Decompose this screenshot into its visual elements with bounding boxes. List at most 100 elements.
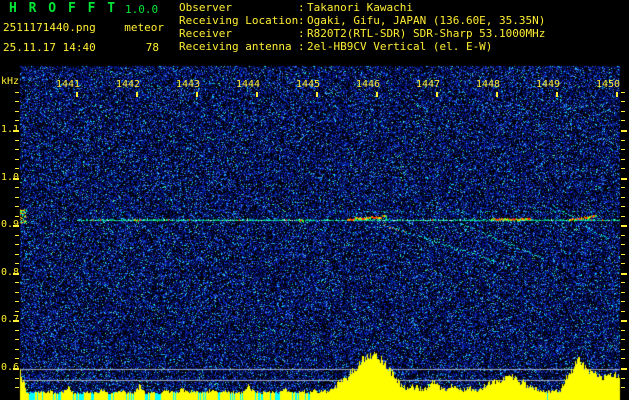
y-axis-tick (15, 387, 19, 388)
mode-label: meteor (124, 21, 164, 34)
y-axis-tick (15, 358, 19, 359)
filename: 2511171440.png (3, 21, 96, 34)
info-label: Receiving antenna (179, 40, 292, 53)
y-axis-tick-right (621, 378, 625, 379)
echo-count: 78 (145, 41, 159, 54)
y-axis-tick (15, 120, 19, 121)
y-axis-tick-right (621, 320, 627, 322)
app-title: H R O F F T (9, 1, 118, 16)
x-axis-label: 1444 (235, 79, 261, 90)
info-separator: : (298, 14, 305, 27)
x-axis-tick (316, 92, 318, 97)
y-axis-tick-right (621, 282, 625, 283)
info-separator: : (298, 27, 305, 40)
file-row: 2511171440.png meteor (3, 21, 164, 34)
y-axis-tick (15, 149, 19, 150)
y-axis-tick (15, 159, 19, 160)
y-axis-tick (15, 216, 19, 217)
hrofft-window: H R O F F T 1.0.0 2511171440.png meteor … (0, 0, 629, 400)
x-axis-tick (616, 92, 618, 97)
y-axis-tick (15, 330, 19, 331)
y-axis-tick (15, 111, 19, 112)
y-axis-tick (15, 378, 19, 379)
y-axis-tick (13, 368, 19, 370)
header: H R O F F T 1.0.0 2511171440.png meteor … (0, 0, 629, 62)
y-axis-tick-right (621, 197, 625, 198)
info-value: R820T2(RTL-SDR) SDR-Sharp 53.1000MHz (307, 27, 546, 40)
y-axis-tick-right (621, 244, 625, 245)
y-axis-tick-right (621, 225, 627, 227)
y-axis-tick (15, 187, 19, 188)
y-axis-tick-right (621, 358, 625, 359)
info-value: Ogaki, Gifu, JAPAN (136.60E, 35.35N) (307, 14, 546, 27)
time-row: 25.11.17 14:40 78 (3, 41, 159, 54)
x-axis-tick (196, 92, 198, 97)
info-label: Receiving Location (179, 14, 299, 27)
y-axis-tick-right (621, 330, 625, 331)
x-axis-label: 1447 (415, 79, 441, 90)
x-axis-tick (496, 92, 498, 97)
y-axis-tick-right (621, 387, 625, 388)
y-axis-tick (13, 225, 19, 227)
y-axis-tick (15, 168, 19, 169)
y-axis-tick-right (621, 149, 625, 150)
x-axis-tick (256, 92, 258, 97)
x-axis-label: 1442 (115, 79, 141, 90)
x-axis-label: 1449 (535, 79, 561, 90)
y-axis-tick-right (621, 292, 625, 293)
x-axis-label: 1443 (175, 79, 201, 90)
y-axis-tick (15, 140, 19, 141)
y-axis-tick-right (621, 216, 625, 217)
info-label: Observer (179, 1, 232, 14)
info-separator: : (298, 40, 305, 53)
y-axis-tick (15, 92, 19, 93)
y-axis-tick-right (621, 254, 625, 255)
station-info: Observer: Takanori Kawachi Receiving Loca… (179, 1, 545, 53)
info-label: Receiver (179, 27, 232, 40)
datetime: 25.11.17 14:40 (3, 41, 96, 54)
y-axis-tick (15, 197, 19, 198)
y-axis-tick-right (621, 92, 625, 93)
y-axis-tick-right (621, 168, 625, 169)
y-axis-tick (15, 206, 19, 207)
y-axis-tick (15, 244, 19, 245)
info-value: 2el-HB9CV Vertical (el. E-W) (307, 40, 493, 53)
y-axis-tick-right (621, 311, 625, 312)
y-axis-tick-right (621, 368, 627, 370)
x-axis-label: 1448 (475, 79, 501, 90)
info-value: Takanori Kawachi (307, 1, 413, 14)
y-axis-tick-right (621, 339, 625, 340)
y-axis-tick-right (621, 140, 625, 141)
x-axis-label: 1446 (355, 79, 381, 90)
x-axis-label: 1441 (55, 79, 81, 90)
y-axis-tick-right (621, 111, 625, 112)
y-axis-tick (13, 178, 19, 180)
y-axis-tick-right (621, 273, 627, 275)
y-axis-tick-right (621, 263, 625, 264)
y-axis-tick (13, 320, 19, 322)
info-row-observer: Observer: Takanori Kawachi (179, 1, 545, 14)
y-axis-tick-right (621, 235, 625, 236)
y-axis-tick-right (621, 101, 625, 102)
y-axis-tick-right (621, 187, 625, 188)
info-row-location: Receiving Location: Ogaki, Gifu, JAPAN (1… (179, 14, 545, 27)
y-axis-tick-right (621, 120, 625, 121)
x-axis-label: 1445 (295, 79, 321, 90)
x-axis-tick (436, 92, 438, 97)
y-axis-tick (15, 339, 19, 340)
y-axis-tick (15, 101, 19, 102)
y-axis-tick (15, 282, 19, 283)
app-version: 1.0.0 (125, 3, 159, 16)
y-axis-tick (15, 349, 19, 350)
y-axis-unit: kHz (1, 76, 20, 87)
y-axis-tick (15, 235, 19, 236)
x-axis-tick (76, 92, 78, 97)
y-axis-tick-right (621, 301, 625, 302)
y-axis-tick-right (621, 178, 627, 180)
y-axis-tick (15, 301, 19, 302)
info-row-antenna: Receiving antenna:2el-HB9CV Vertical (el… (179, 40, 545, 53)
y-axis-tick-right (621, 349, 625, 350)
y-axis-tick-right (621, 130, 627, 132)
y-axis-tick (15, 311, 19, 312)
x-axis-label: 1450 (595, 79, 621, 90)
